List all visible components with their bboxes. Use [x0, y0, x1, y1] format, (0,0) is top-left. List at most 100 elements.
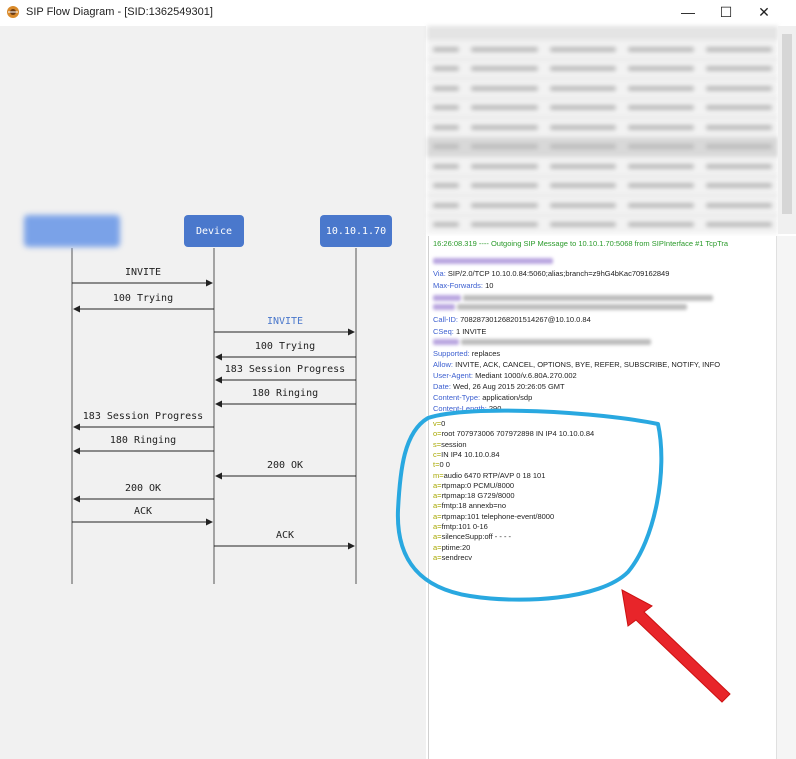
table-row[interactable]: [427, 137, 778, 157]
table-cell: [705, 105, 773, 111]
table-cell: [433, 222, 460, 228]
table-cell: [549, 66, 616, 72]
table-cell: [433, 85, 460, 91]
message-label[interactable]: 200 OK: [125, 483, 161, 494]
table-cell: [549, 105, 616, 111]
message-label[interactable]: INVITE: [267, 316, 303, 327]
title-bar: SIP Flow Diagram - [SID:1362549301] — ☐ …: [0, 0, 796, 26]
table-row[interactable]: [427, 196, 778, 216]
table-cell: [705, 202, 773, 208]
table-cell: [549, 163, 616, 169]
table-cell: [433, 202, 460, 208]
close-icon[interactable]: ✕: [744, 0, 784, 24]
minimize-icon[interactable]: —: [668, 0, 708, 24]
sdp-line: a=fmtp:101 0-16: [433, 522, 488, 531]
message-label[interactable]: 100 Trying: [255, 341, 315, 352]
table-cell: [705, 163, 773, 169]
sdp-line: a=rtpmap:18 G729/8000: [433, 491, 515, 501]
column-header: [638, 26, 708, 40]
sdp-line: a=rtpmap:101 telephone-event/8000: [433, 511, 555, 521]
message-label[interactable]: 180 Ringing: [252, 388, 318, 399]
table-row[interactable]: [427, 60, 778, 79]
entity-caller-blurred: [24, 215, 120, 247]
entity-remote: 10.10.1.70: [320, 215, 392, 247]
table-row[interactable]: [427, 157, 778, 177]
table-row[interactable]: [427, 216, 778, 235]
message-label[interactable]: 183 Session Progress: [83, 411, 203, 422]
table-cell: [433, 144, 460, 150]
column-header: [708, 26, 778, 40]
sdp-line: a=ptime:20: [433, 542, 471, 552]
max-forwards-header: Max-Forwards: 10: [433, 281, 494, 290]
table-cell: [471, 85, 538, 91]
table-cell: [433, 105, 460, 111]
supported-header: Supported: replaces: [433, 349, 501, 358]
table-cell: [549, 124, 616, 130]
table-cell: [549, 202, 616, 208]
call-id-header: Call-ID: 708287301268201514267@10.10.0.8…: [433, 315, 591, 324]
table-cell: [471, 222, 538, 228]
scrollbar-thumb[interactable]: [782, 34, 792, 214]
call-list-table[interactable]: [427, 26, 778, 234]
message-label[interactable]: 183 Session Progress: [225, 364, 345, 375]
sip-message-pane: 16:26:08.319 ---- Outgoing SIP Message t…: [428, 236, 776, 759]
table-cell: [471, 124, 538, 130]
message-label[interactable]: ACK: [276, 530, 294, 541]
table-cell: [471, 202, 538, 208]
sdp-line: v=0: [433, 419, 446, 428]
user-agent-header: User-Agent: Mediant 1000/v.6.80A.270.002: [433, 371, 577, 380]
via-header: Via: SIP/2.0/TCP 10.10.0.84:5060;alias;b…: [433, 269, 670, 278]
table-cell: [627, 105, 694, 111]
message-label[interactable]: 180 Ringing: [110, 435, 176, 446]
sdp-line: a=rtpmap:0 PCMU/8000: [433, 480, 515, 490]
table-cell: [705, 66, 773, 72]
table-row[interactable]: [427, 99, 778, 118]
message-scrollbar[interactable]: [776, 236, 796, 759]
redacted-line: [433, 256, 553, 265]
column-header: [567, 26, 637, 40]
table-cell: [627, 183, 694, 189]
table-cell: [471, 163, 538, 169]
maximize-icon[interactable]: ☐: [706, 0, 746, 24]
sdp-line: s=session: [433, 439, 467, 449]
sequence-diagram-lines: [71, 248, 357, 584]
message-label[interactable]: 100 Trying: [113, 293, 173, 304]
table-cell: [433, 66, 460, 72]
sequence-diagram-pane: Device 10.10.1.70 INVITE 100 Trying INVITE…: [0, 26, 426, 759]
table-cell: [549, 183, 616, 189]
table-row[interactable]: [427, 118, 778, 138]
table-cell: [471, 46, 538, 52]
table-cell: [705, 46, 773, 52]
table-cell: [705, 222, 773, 228]
table-cell: [471, 144, 538, 150]
sdp-line: m=audio 6470 RTP/AVP 0 18 101: [433, 470, 546, 480]
sdp-line: a=silenceSupp:off - - - -: [433, 532, 512, 542]
table-cell: [471, 66, 538, 72]
log-header-line: 16:26:08.319 ---- Outgoing SIP Message t…: [433, 239, 729, 248]
table-cell: [705, 85, 773, 91]
table-cell: [705, 144, 773, 150]
content-type-header: Content-Type: application/sdp: [433, 393, 533, 402]
entity-device: Device: [184, 215, 244, 247]
table-scrollbar[interactable]: [778, 26, 796, 234]
sdp-line: a=sendrecv: [433, 552, 472, 562]
redacted-line: [433, 293, 714, 302]
table-cell: [549, 85, 616, 91]
table-cell: [627, 222, 694, 228]
content-length-header: Content-Length: 290: [433, 404, 502, 413]
table-cell: [471, 183, 538, 189]
message-label[interactable]: 200 OK: [267, 460, 303, 471]
table-row[interactable]: [427, 79, 778, 99]
table-row[interactable]: [427, 177, 778, 196]
message-label[interactable]: INVITE: [125, 267, 161, 278]
table-row[interactable]: [427, 40, 778, 60]
redacted-line: [433, 302, 688, 311]
table-cell: [549, 222, 616, 228]
allow-header: Allow: INVITE, ACK, CANCEL, OPTIONS, BYE…: [433, 360, 721, 369]
date-header: Date: Wed, 26 Aug 2015 20:26:05 GMT: [433, 382, 565, 391]
table-cell: [627, 124, 694, 130]
table-cell: [433, 183, 460, 189]
table-cell: [549, 144, 616, 150]
redacted-line: [433, 337, 652, 346]
message-label[interactable]: ACK: [134, 506, 152, 517]
